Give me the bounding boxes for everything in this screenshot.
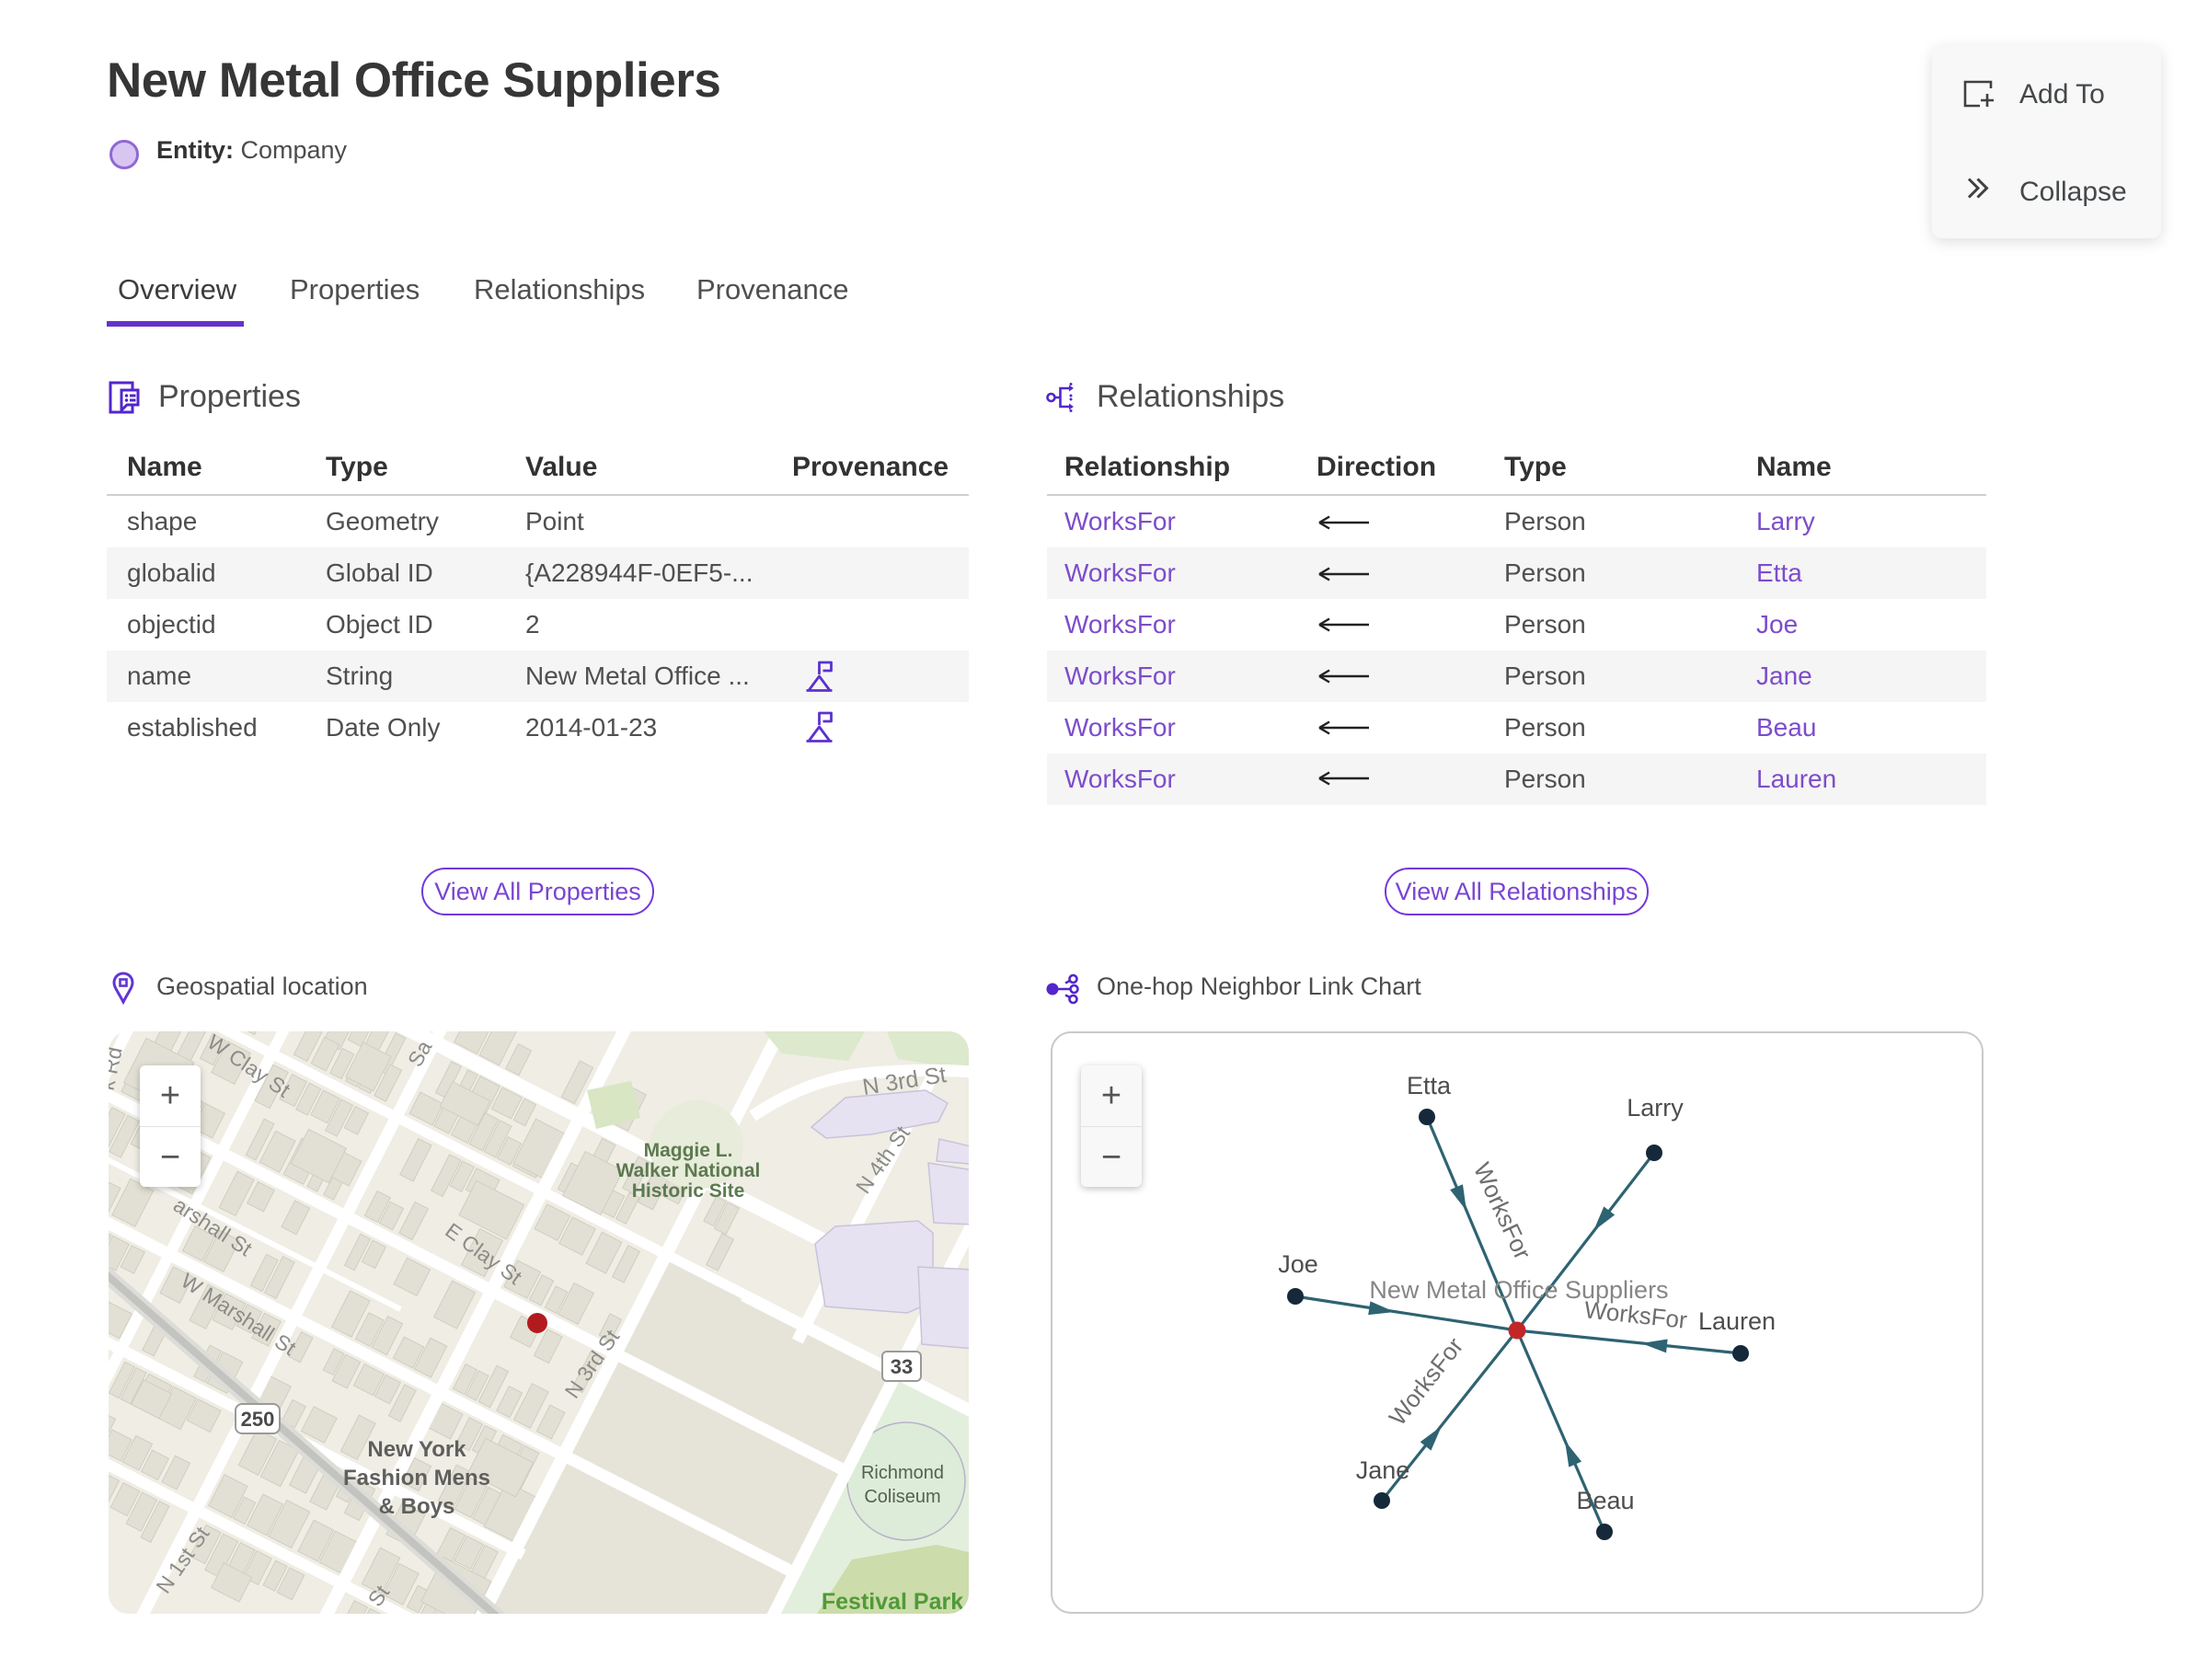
svg-text:WorksFor: WorksFor	[1468, 1158, 1537, 1264]
svg-text:New York: New York	[367, 1437, 466, 1462]
svg-text:WorksFor: WorksFor	[1583, 1295, 1689, 1334]
svg-text:Joe: Joe	[1278, 1250, 1318, 1278]
svg-text:Larry: Larry	[1627, 1094, 1684, 1122]
svg-text:Jane: Jane	[1356, 1456, 1410, 1484]
svg-text:Festival Park: Festival Park	[822, 1589, 963, 1614]
svg-text:250: 250	[241, 1408, 275, 1431]
svg-text:Etta: Etta	[1407, 1072, 1452, 1099]
svg-text:WorksFor: WorksFor	[1384, 1332, 1469, 1431]
svg-text:Coliseum: Coliseum	[864, 1487, 940, 1507]
svg-text:Lauren: Lauren	[1698, 1307, 1776, 1335]
svg-text:Beau: Beau	[1576, 1487, 1634, 1514]
svg-text:Richmond: Richmond	[861, 1463, 944, 1483]
svg-text:Historic Site: Historic Site	[632, 1180, 745, 1202]
svg-text:33: 33	[891, 1355, 913, 1378]
svg-text:Walker National: Walker National	[616, 1160, 761, 1181]
svg-text:Fashion Mens: Fashion Mens	[343, 1466, 490, 1490]
svg-text:& Boys: & Boys	[379, 1494, 455, 1519]
svg-text:Maggie L.: Maggie L.	[644, 1140, 733, 1161]
